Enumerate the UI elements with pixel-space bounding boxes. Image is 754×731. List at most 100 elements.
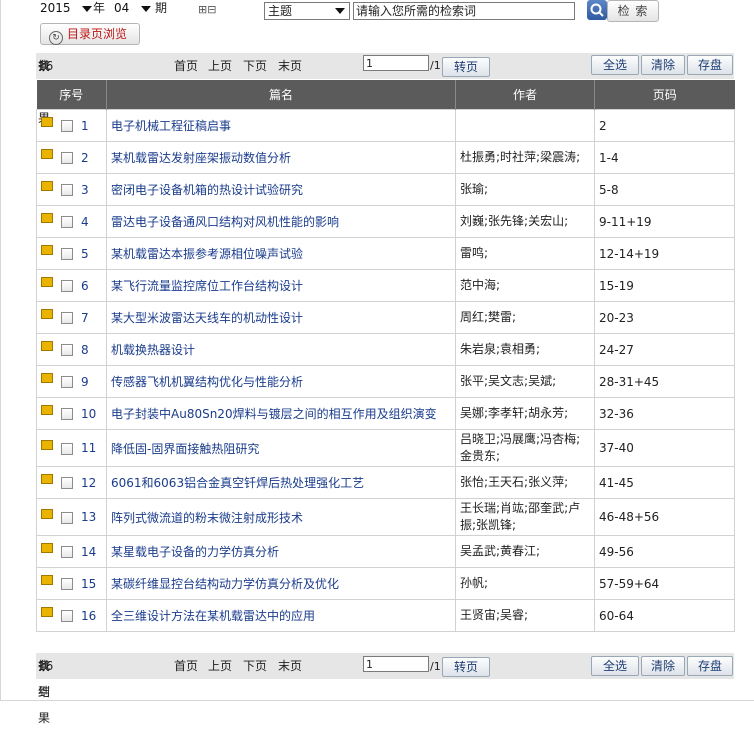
next-page-link[interactable]: 下页: [243, 653, 267, 679]
select-all-button[interactable]: 全选: [591, 656, 639, 676]
row-checkbox[interactable]: [61, 120, 73, 132]
go-page-button[interactable]: 转页: [442, 57, 490, 77]
folder-icon[interactable]: [41, 508, 53, 519]
folder-icon[interactable]: [41, 245, 53, 255]
article-title-link[interactable]: 6061和6063铝合金真空钎焊后热处理强化工艺: [111, 476, 364, 490]
expand-icon[interactable]: ⊞: [198, 3, 207, 16]
article-title-link[interactable]: 某机载雷达本振参考源相位噪声试验: [111, 247, 303, 261]
prev-page-link[interactable]: 上页: [208, 53, 232, 79]
row-number: 12: [81, 475, 97, 490]
search-icon[interactable]: [587, 0, 607, 20]
row-checkbox[interactable]: [61, 477, 73, 489]
folder-icon[interactable]: [41, 117, 53, 127]
article-title-link[interactable]: 某星载电子设备的力学仿真分析: [111, 545, 279, 559]
save-button[interactable]: 存盘: [687, 55, 733, 75]
page-number-input[interactable]: 1: [363, 656, 429, 672]
article-title-link[interactable]: 某大型米波雷达天线车的机动性设计: [111, 311, 303, 325]
article-title-link[interactable]: 某飞行流量监控席位工作台结构设计: [111, 279, 303, 293]
article-title-link[interactable]: 机载换热器设计: [111, 343, 195, 357]
row-title-cell: 某飞行流量监控席位工作台结构设计: [106, 269, 456, 302]
first-page-link[interactable]: 首页: [174, 653, 198, 679]
row-checkbox[interactable]: [61, 610, 73, 622]
folder-icon[interactable]: [41, 405, 53, 415]
go-page-button[interactable]: 转页: [442, 657, 490, 677]
row-author-cell: 周红;樊雷;: [455, 301, 595, 334]
article-title-link[interactable]: 密闭电子设备机箱的热设计试验研究: [111, 183, 303, 197]
row-checkbox[interactable]: [61, 152, 73, 164]
table-row: 9 传感器飞机机翼结构优化与性能分析 张平;吴文志;吴斌; 28-31+45: [36, 365, 735, 398]
row-checkbox[interactable]: [61, 376, 73, 388]
row-author-cell: 吴娜;李孝轩;胡永芳;: [455, 397, 595, 430]
table-header-row: 序号 篇名 作者 页码: [36, 80, 735, 110]
article-title-link[interactable]: 阵列式微流道的粉末微注射成形技术: [111, 511, 303, 525]
article-title-link[interactable]: 全三维设计方法在某机载雷达中的应用: [111, 609, 315, 623]
row-checkbox[interactable]: [61, 578, 73, 590]
article-title-link[interactable]: 降低固-固界面接触热阻研究: [111, 442, 259, 456]
folder-icon[interactable]: [41, 181, 53, 191]
folder-icon[interactable]: [41, 341, 53, 351]
folder-icon[interactable]: [41, 543, 53, 553]
column-header-pages: 页码: [594, 80, 735, 110]
row-checkbox[interactable]: [61, 344, 73, 356]
row-author-cell: 杜振勇;时社萍;梁震涛;: [455, 141, 595, 174]
row-checkbox[interactable]: [61, 511, 73, 524]
field-select[interactable]: 主题: [264, 2, 350, 20]
folder-icon[interactable]: [41, 277, 53, 287]
pager-bar-bottom: 找到 16 条结果 首页 上页 下页 末页 1 /1 转页 全选 清除 存盘: [36, 653, 734, 725]
refresh-icon: ↻: [49, 31, 63, 45]
search-button[interactable]: 检 索: [607, 0, 659, 22]
page-number-input[interactable]: 1: [363, 55, 429, 71]
chevron-down-icon: [335, 8, 345, 14]
row-checkbox[interactable]: [61, 248, 73, 260]
magnifier-icon: [590, 3, 604, 17]
article-title-link[interactable]: 某机载雷达发射座架振动数值分析: [111, 151, 291, 165]
row-index-cell: 5: [36, 237, 107, 270]
table-row: 11 降低固-固界面接触热阻研究 吕晓卫;冯展鹰;冯杏梅;金贵东; 37-40: [36, 429, 735, 467]
prev-page-link[interactable]: 上页: [208, 653, 232, 679]
folder-icon[interactable]: [41, 474, 53, 484]
row-checkbox[interactable]: [61, 312, 73, 324]
last-page-link[interactable]: 末页: [278, 653, 302, 679]
row-index-cell: 11: [36, 429, 107, 467]
row-index-cell: 15: [36, 567, 107, 600]
row-checkbox[interactable]: [61, 546, 73, 558]
folder-icon[interactable]: [41, 439, 53, 450]
toc-browse-button[interactable]: ↻ 目录页浏览: [40, 23, 140, 45]
toc-browse-label: 目录页浏览: [67, 27, 128, 41]
row-checkbox[interactable]: [61, 442, 73, 455]
issue-select[interactable]: 04: [114, 0, 152, 17]
row-checkbox[interactable]: [61, 184, 73, 196]
select-all-button[interactable]: 全选: [591, 55, 639, 75]
article-title-link[interactable]: 电子机械工程征稿启事: [111, 119, 231, 133]
save-button[interactable]: 存盘: [687, 656, 733, 676]
clear-button[interactable]: 清除: [641, 55, 685, 75]
article-title-link[interactable]: 电子封装中Au80Sn20焊料与镀层之间的相互作用及组织演变: [111, 407, 437, 421]
article-title-link[interactable]: 传感器飞机机翼结构优化与性能分析: [111, 375, 303, 389]
folder-icon[interactable]: [41, 575, 53, 585]
clear-button[interactable]: 清除: [641, 656, 685, 676]
article-title-link[interactable]: 雷达电子设备通风口结构对风机性能的影响: [111, 215, 339, 229]
page-total: /1: [430, 660, 441, 673]
row-number: 1: [81, 118, 89, 133]
folder-icon[interactable]: [41, 373, 53, 383]
search-input[interactable]: 请输入您所需的检索词: [353, 2, 575, 20]
first-page-link[interactable]: 首页: [174, 53, 198, 79]
article-title-link[interactable]: 某碳纤维显控台结构动力学仿真分析及优化: [111, 577, 339, 591]
table-row: 6 某飞行流量监控席位工作台结构设计 范中海; 15-19: [36, 269, 735, 302]
folder-icon[interactable]: [41, 213, 53, 223]
row-checkbox[interactable]: [61, 216, 73, 228]
folder-icon[interactable]: [41, 607, 53, 617]
next-page-link[interactable]: 下页: [243, 53, 267, 79]
folder-icon[interactable]: [41, 149, 53, 159]
row-checkbox[interactable]: [61, 408, 73, 420]
folder-icon[interactable]: [41, 309, 53, 319]
page-total: /1: [430, 59, 441, 72]
row-index-cell: 7: [36, 301, 107, 334]
row-checkbox[interactable]: [61, 280, 73, 292]
collapse-icon[interactable]: ⊟: [207, 3, 216, 16]
row-pages-cell: 57-59+64: [594, 567, 735, 600]
year-select[interactable]: 2015: [40, 0, 93, 17]
last-page-link[interactable]: 末页: [278, 53, 302, 79]
row-title-cell: 某机载雷达本振参考源相位噪声试验: [106, 237, 456, 270]
issue-value: 04: [114, 1, 130, 15]
